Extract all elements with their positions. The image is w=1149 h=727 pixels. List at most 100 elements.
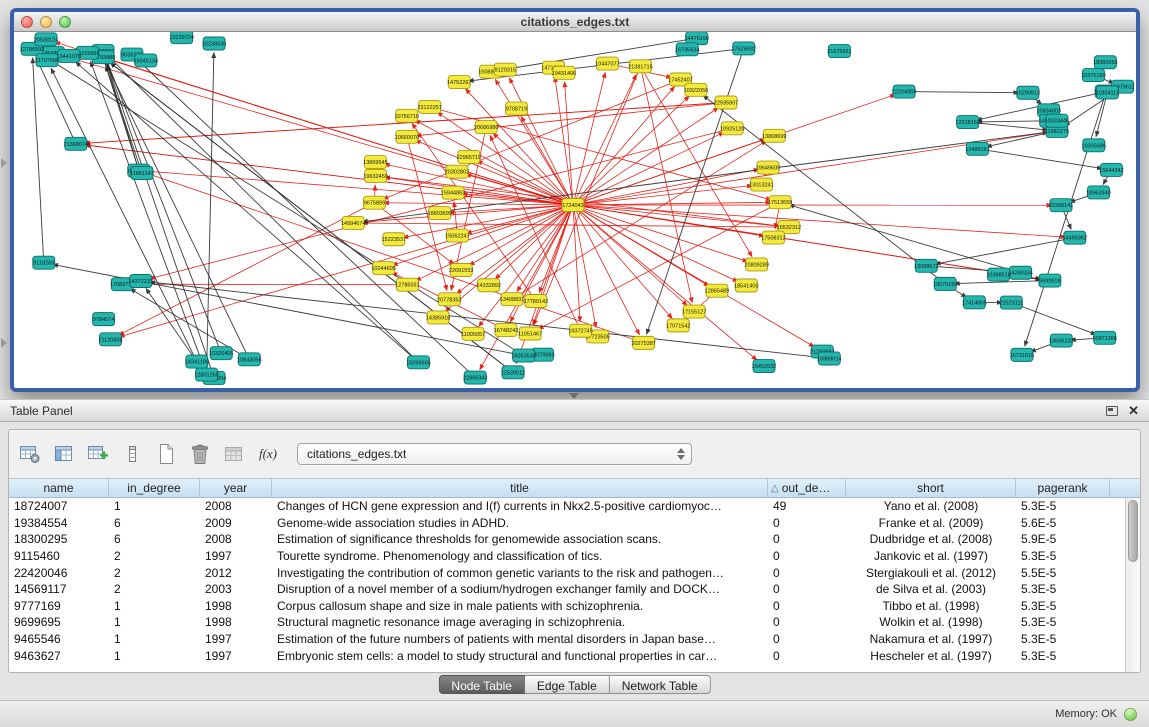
graph-node[interactable]: 22204959 xyxy=(892,85,916,98)
graph-node[interactable]: 15099565 xyxy=(406,356,430,369)
delete-table-icon[interactable] xyxy=(187,442,213,466)
tab-network-table[interactable]: Network Table xyxy=(610,675,711,694)
graph-node[interactable]: 16731615 xyxy=(1010,348,1034,361)
graph-node[interactable]: 19431406 xyxy=(552,66,576,79)
table-settings-icon[interactable] xyxy=(17,442,43,466)
graph-node[interactable]: 12801265 xyxy=(194,368,218,381)
graph-node[interactable]: 10756710 xyxy=(394,109,418,122)
column-header-pagerank[interactable]: pagerank xyxy=(1016,479,1110,497)
column-header-short[interactable]: short xyxy=(846,479,1016,497)
import-table-icon[interactable] xyxy=(85,442,111,466)
graph-node[interactable]: 18380055 xyxy=(1093,56,1117,69)
new-table-icon[interactable] xyxy=(153,442,179,466)
collapse-arrow-icon[interactable] xyxy=(1,158,7,168)
graph-node[interactable]: 9120315 xyxy=(494,63,516,76)
graph-node[interactable]: 10925120 xyxy=(720,122,744,135)
graph-node[interactable]: 14495952 xyxy=(1063,231,1087,244)
graph-node[interactable]: 14372233 xyxy=(129,274,153,287)
graph-node[interactable]: 10871266 xyxy=(1092,331,1116,344)
graph-node[interactable]: 22122257 xyxy=(417,100,441,113)
graph-node[interactable]: 13088673 xyxy=(914,259,938,272)
graph-node[interactable]: 19372745 xyxy=(568,324,592,337)
graph-node[interactable]: 19345134 xyxy=(134,54,158,67)
graph-node[interactable]: 11861143 xyxy=(130,167,154,180)
graph-node[interactable]: 9708719 xyxy=(505,102,527,115)
graph-node[interactable]: 13441070 xyxy=(57,49,81,62)
network-view[interactable]: 1724043175136591653231217508312208092891… xyxy=(14,32,1136,387)
graph-node[interactable]: 21381715 xyxy=(628,60,652,73)
graph-node[interactable]: 10398518 xyxy=(986,268,1010,281)
collapse-arrow-icon[interactable] xyxy=(1,338,7,348)
table-row[interactable]: 1456911722003Disruption of a novel membe… xyxy=(9,581,1125,598)
graph-node[interactable]: 12318160 xyxy=(955,116,979,129)
graph-node[interactable]: 15944863 xyxy=(441,186,465,199)
graph-node[interactable]: 13606132 xyxy=(1049,334,1073,347)
graph-node[interactable]: 10375180 xyxy=(1081,69,1105,82)
graph-node[interactable]: 16968014 xyxy=(817,352,841,365)
graph-node[interactable]: 10244605 xyxy=(371,262,395,275)
graph-node[interactable]: 21368674 xyxy=(64,137,88,150)
graph-node[interactable]: 12539012 xyxy=(501,366,525,379)
close-panel-icon[interactable]: ✕ xyxy=(1128,404,1139,417)
graph-node[interactable]: 15452932 xyxy=(752,360,776,373)
graph-node[interactable]: 10395686 xyxy=(1082,139,1106,152)
minimize-button[interactable] xyxy=(40,16,52,28)
graph-node[interactable]: 11005057 xyxy=(461,327,485,340)
graph-node[interactable]: 17414005 xyxy=(962,296,986,309)
table-row[interactable]: 2242004622012Investigating the contribut… xyxy=(9,564,1125,581)
graph-node[interactable]: 19649609 xyxy=(756,161,780,174)
graph-node[interactable]: 10290913 xyxy=(1016,86,1040,99)
graph-node[interactable]: 18803699 xyxy=(428,207,452,220)
graph-node[interactable]: 14385918 xyxy=(426,311,450,324)
graph-node[interactable]: 10239724 xyxy=(169,32,193,44)
table-row[interactable]: 977716911998Corpus callosum shape and si… xyxy=(9,598,1125,615)
graph-node[interactable]: 17508312 xyxy=(761,231,785,244)
graph-node[interactable]: 10326405 xyxy=(209,347,233,360)
column-header-title[interactable]: title xyxy=(272,479,768,497)
graph-node[interactable]: 19632459 xyxy=(363,169,387,182)
graph-node[interactable]: 14994674 xyxy=(341,216,365,229)
graph-node[interactable]: 17155127 xyxy=(682,305,706,318)
graph-node[interactable]: 17789143 xyxy=(524,295,548,308)
graph-node[interactable]: 15062247 xyxy=(445,229,469,242)
table-row[interactable]: 946362711997Embryonic stem cells: a mode… xyxy=(9,647,1125,664)
float-panel-icon[interactable] xyxy=(1106,406,1118,416)
graph-node[interactable]: 9784574 xyxy=(93,313,115,326)
graph-node[interactable]: 17526932 xyxy=(732,42,756,55)
graph-node[interactable]: 14752267 xyxy=(447,76,471,89)
table-row[interactable]: 946554611997Estimation of the future num… xyxy=(9,631,1125,648)
graph-node[interactable]: 20275387 xyxy=(631,336,655,349)
table-row[interactable]: 1830029562008Estimation of significance … xyxy=(9,531,1125,548)
graph-node[interactable]: 9690919 xyxy=(1039,274,1061,287)
graph-node[interactable]: 21675921 xyxy=(827,45,851,58)
tab-edge-table[interactable]: Edge Table xyxy=(525,675,610,694)
graph-node[interactable]: 20778353 xyxy=(437,293,461,306)
graph-node[interactable]: 11051467 xyxy=(518,327,542,340)
graph-node[interactable]: 17071542 xyxy=(666,319,690,332)
graph-node[interactable]: 22288141 xyxy=(1049,199,1073,212)
graph-node[interactable]: 9675899 xyxy=(363,196,385,209)
graph-node[interactable]: 9118269 xyxy=(33,256,55,269)
column-header-out_degree[interactable]: △out_de… xyxy=(768,479,846,497)
show-column-icon[interactable] xyxy=(119,442,145,466)
table-row[interactable]: 969969511998Structural magnetic resonanc… xyxy=(9,614,1125,631)
scrollbar-thumb[interactable] xyxy=(1128,500,1138,562)
graph-node[interactable]: 12786031 xyxy=(395,278,419,291)
zoom-button[interactable] xyxy=(59,16,71,28)
graph-node[interactable]: 10843066 xyxy=(237,353,261,366)
graph-node[interactable]: 22523111 xyxy=(999,296,1023,309)
graph-node[interactable]: 14290334 xyxy=(1008,266,1032,279)
network-graph[interactable]: 1724043175136591653231217508312208092891… xyxy=(14,32,1136,387)
delete-column-icon[interactable] xyxy=(221,442,247,466)
graph-node[interactable]: 12865489 xyxy=(705,284,729,297)
close-button[interactable] xyxy=(21,16,33,28)
graph-node[interactable]: 15223537 xyxy=(382,233,406,246)
table-row[interactable]: 911546021997Tourette syndrome. Phenomeno… xyxy=(9,548,1125,565)
graph-node[interactable]: 11707098 xyxy=(35,54,59,67)
column-header-in_degree[interactable]: in_degree xyxy=(109,479,200,497)
graph-node[interactable]: 13408831 xyxy=(500,293,524,306)
graph-node[interactable]: 13808699 xyxy=(762,129,786,142)
graph-node[interactable]: 17513659 xyxy=(768,196,792,209)
graph-node[interactable]: 20686980 xyxy=(474,121,498,134)
graph-node[interactable]: 16735634 xyxy=(675,43,699,56)
